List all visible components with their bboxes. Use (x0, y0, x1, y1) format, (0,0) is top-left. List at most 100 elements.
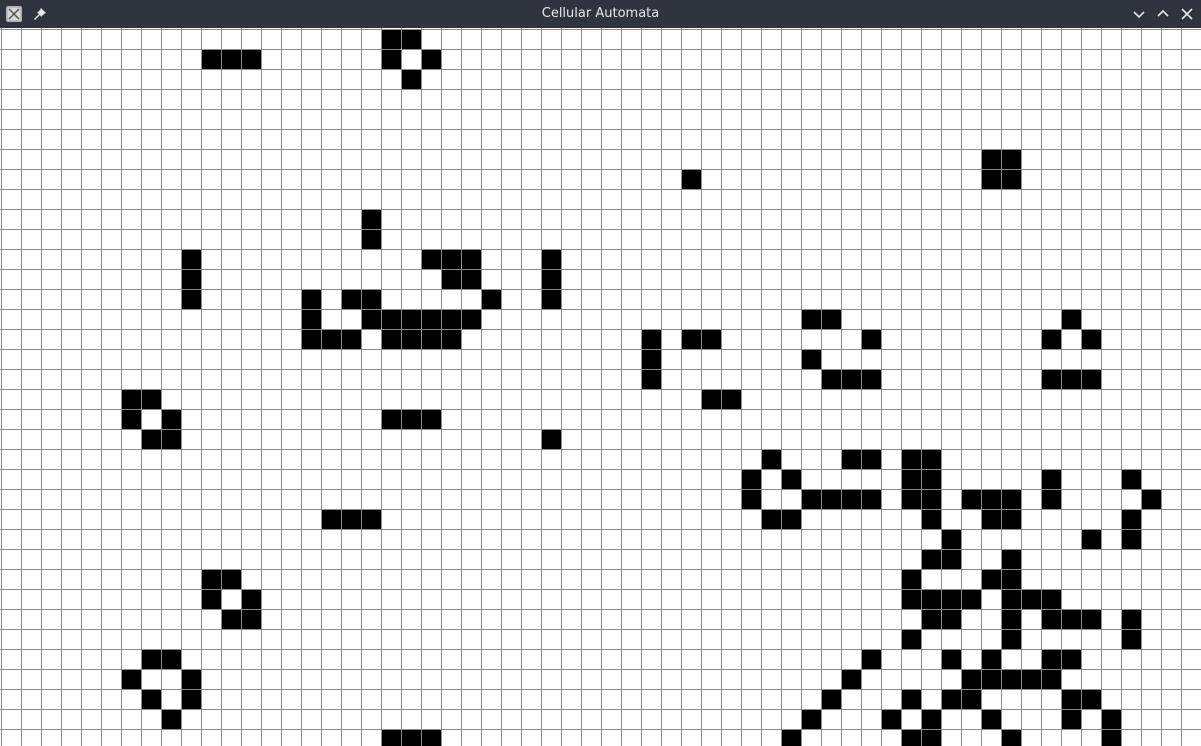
live-cell[interactable] (141, 429, 161, 449)
live-cell[interactable] (961, 669, 981, 689)
live-cell[interactable] (181, 669, 201, 689)
live-cell[interactable] (361, 309, 381, 329)
live-cell[interactable] (1061, 689, 1081, 709)
live-cell[interactable] (861, 369, 881, 389)
live-cell[interactable] (1001, 589, 1021, 609)
live-cell[interactable] (861, 449, 881, 469)
live-cell[interactable] (741, 469, 761, 489)
live-cell[interactable] (161, 409, 181, 429)
live-cell[interactable] (1041, 609, 1061, 629)
live-cell[interactable] (241, 589, 261, 609)
live-cell[interactable] (381, 49, 401, 69)
live-cell[interactable] (341, 509, 361, 529)
live-cell[interactable] (161, 709, 181, 729)
live-cell[interactable] (821, 489, 841, 509)
live-cell[interactable] (921, 489, 941, 509)
live-cell[interactable] (901, 629, 921, 649)
live-cell[interactable] (121, 409, 141, 429)
live-cell[interactable] (1001, 729, 1021, 746)
live-cell[interactable] (1121, 629, 1141, 649)
live-cell[interactable] (421, 409, 441, 429)
live-cell[interactable] (461, 249, 481, 269)
live-cell[interactable] (1041, 469, 1061, 489)
live-cell[interactable] (401, 69, 421, 89)
live-cell[interactable] (1041, 329, 1061, 349)
live-cell[interactable] (301, 329, 321, 349)
live-cell[interactable] (1061, 369, 1081, 389)
live-cell[interactable] (1081, 329, 1101, 349)
live-cell[interactable] (921, 549, 941, 569)
live-cell[interactable] (401, 729, 421, 746)
live-cell[interactable] (841, 369, 861, 389)
live-cell[interactable] (781, 729, 801, 746)
live-cell[interactable] (861, 649, 881, 669)
live-cell[interactable] (841, 489, 861, 509)
live-cell[interactable] (241, 49, 261, 69)
live-cell[interactable] (381, 409, 401, 429)
live-cell[interactable] (941, 609, 961, 629)
live-cell[interactable] (181, 269, 201, 289)
live-cell[interactable] (1041, 589, 1061, 609)
live-cell[interactable] (801, 349, 821, 369)
live-cell[interactable] (401, 309, 421, 329)
live-cell[interactable] (1001, 629, 1021, 649)
live-cell[interactable] (221, 609, 241, 629)
live-cell[interactable] (901, 569, 921, 589)
live-cell[interactable] (1001, 609, 1021, 629)
live-cell[interactable] (1121, 609, 1141, 629)
live-cell[interactable] (1101, 709, 1121, 729)
live-cell[interactable] (941, 549, 961, 569)
live-cell[interactable] (801, 309, 821, 329)
live-cell[interactable] (941, 689, 961, 709)
live-cell[interactable] (181, 689, 201, 709)
live-cell[interactable] (1001, 489, 1021, 509)
live-cell[interactable] (1001, 509, 1021, 529)
live-cell[interactable] (641, 329, 661, 349)
live-cell[interactable] (821, 689, 841, 709)
live-cell[interactable] (941, 589, 961, 609)
live-cell[interactable] (421, 729, 441, 746)
live-cell[interactable] (761, 509, 781, 529)
live-cell[interactable] (381, 309, 401, 329)
live-cell[interactable] (1081, 529, 1101, 549)
live-cell[interactable] (901, 589, 921, 609)
grid-canvas[interactable] (0, 28, 1201, 746)
live-cell[interactable] (841, 449, 861, 469)
live-cell[interactable] (1101, 729, 1121, 746)
live-cell[interactable] (981, 669, 1001, 689)
live-cell[interactable] (121, 389, 141, 409)
live-cell[interactable] (1021, 669, 1041, 689)
live-cell[interactable] (461, 309, 481, 329)
live-cell[interactable] (641, 369, 661, 389)
live-cell[interactable] (321, 329, 341, 349)
live-cell[interactable] (441, 309, 461, 329)
live-cell[interactable] (941, 649, 961, 669)
live-cell[interactable] (301, 309, 321, 329)
live-cell[interactable] (901, 469, 921, 489)
live-cell[interactable] (681, 169, 701, 189)
live-cell[interactable] (641, 349, 661, 369)
live-cell[interactable] (981, 649, 1001, 669)
live-cell[interactable] (461, 269, 481, 289)
live-cell[interactable] (201, 49, 221, 69)
live-cell[interactable] (1041, 669, 1061, 689)
live-cell[interactable] (901, 449, 921, 469)
live-cell[interactable] (981, 489, 1001, 509)
live-cell[interactable] (741, 489, 761, 509)
live-cell[interactable] (141, 689, 161, 709)
live-cell[interactable] (821, 369, 841, 389)
live-cell[interactable] (321, 509, 341, 529)
live-cell[interactable] (701, 329, 721, 349)
live-cell[interactable] (801, 489, 821, 509)
live-cell[interactable] (301, 289, 321, 309)
live-cell[interactable] (781, 509, 801, 529)
live-cell[interactable] (1121, 509, 1141, 529)
live-cell[interactable] (221, 49, 241, 69)
live-cell[interactable] (361, 509, 381, 529)
live-cell[interactable] (381, 329, 401, 349)
live-cell[interactable] (981, 169, 1001, 189)
live-cell[interactable] (541, 289, 561, 309)
live-cell[interactable] (1141, 489, 1161, 509)
live-cell[interactable] (961, 589, 981, 609)
live-cell[interactable] (141, 389, 161, 409)
